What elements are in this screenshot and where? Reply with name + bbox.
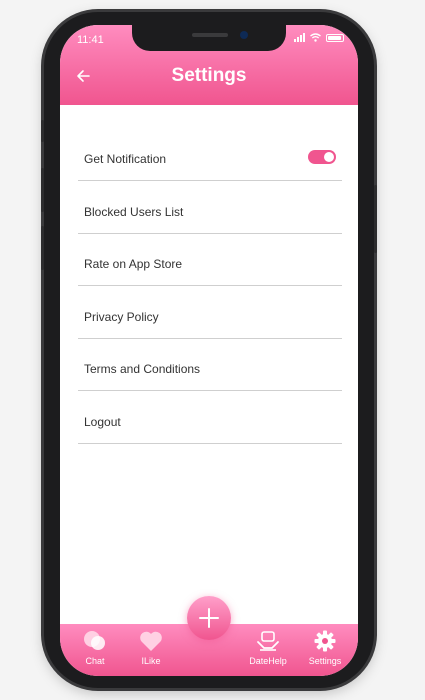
setting-privacy-policy[interactable]: Privacy Policy — [78, 288, 342, 339]
gear-icon — [314, 630, 336, 652]
tab-chat[interactable]: Chat — [70, 628, 120, 666]
setting-label: Blocked Users List — [84, 204, 184, 219]
tab-label: Settings — [308, 656, 342, 666]
phone-volume-up — [41, 168, 44, 212]
tab-datehelp[interactable]: DateHelp — [243, 628, 293, 666]
phone-volume-down — [41, 226, 44, 270]
tab-label: DateHelp — [249, 656, 287, 666]
toggle-knob — [324, 152, 334, 162]
app-header: 11:41 Settings — [60, 25, 358, 105]
helping-hands-icon — [257, 631, 279, 651]
setting-label: Terms and Conditions — [84, 362, 201, 376]
settings-list: Get Notification Blocked Users List Rate… — [78, 130, 342, 445]
phone-power-button — [374, 185, 377, 253]
front-camera — [240, 31, 248, 39]
add-button[interactable] — [187, 596, 231, 640]
battery-icon — [326, 33, 344, 42]
speaker-grille — [192, 33, 228, 37]
tab-ilike[interactable]: ILike — [126, 628, 176, 666]
chat-bubbles-icon — [84, 631, 105, 650]
status-icons — [294, 33, 344, 42]
heart-icon — [140, 631, 162, 651]
signal-icon — [294, 33, 305, 42]
status-time: 11:41 — [77, 34, 104, 46]
plus-icon — [199, 608, 219, 628]
phone-notch — [132, 25, 286, 51]
notification-toggle[interactable] — [308, 150, 336, 164]
tab-label: Chat — [85, 656, 105, 666]
app-screen: 11:41 Settings Get Notification Blocked … — [60, 25, 358, 676]
setting-logout[interactable]: Logout — [78, 393, 342, 444]
setting-label: Privacy Policy — [84, 309, 159, 324]
page-title: Settings — [171, 65, 247, 86]
setting-label: Get Notification — [84, 152, 167, 166]
setting-terms[interactable]: Terms and Conditions — [78, 340, 342, 391]
setting-rate-app[interactable]: Rate on App Store — [78, 235, 342, 286]
phone-side-button — [41, 120, 44, 142]
setting-label: Rate on App Store — [84, 257, 183, 271]
setting-label: Logout — [84, 414, 121, 429]
setting-blocked-users[interactable]: Blocked Users List — [78, 183, 342, 234]
tab-settings[interactable]: Settings — [300, 628, 350, 666]
setting-notification: Get Notification — [78, 130, 342, 181]
tab-label: ILike — [141, 656, 161, 666]
wifi-icon — [310, 33, 321, 42]
